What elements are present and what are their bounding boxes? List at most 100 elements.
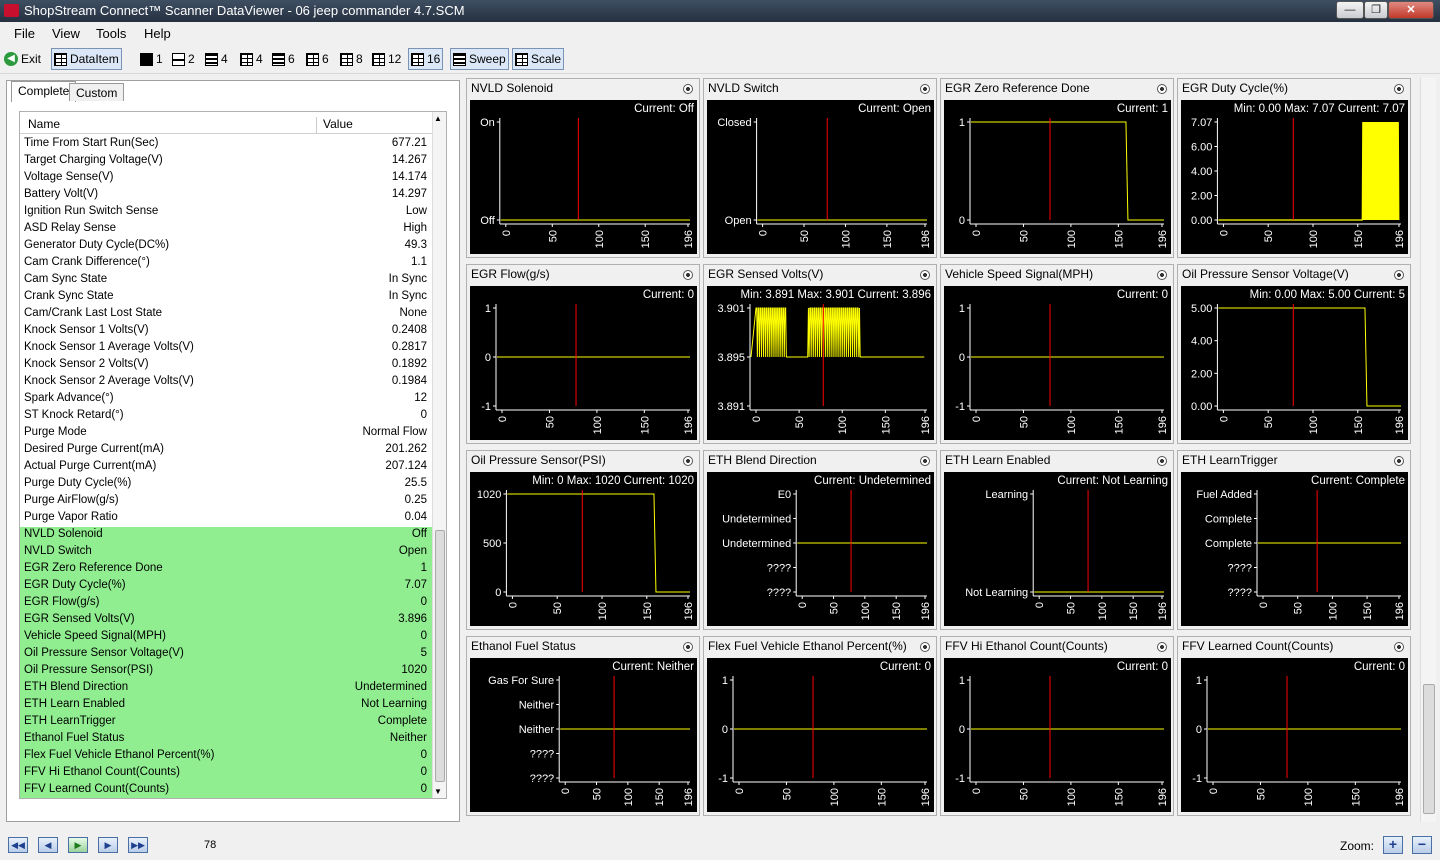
eye-icon[interactable] — [1394, 84, 1404, 94]
scroll-down-icon[interactable]: ▼ — [434, 787, 442, 796]
table-row[interactable]: Spark Advance(°) 12 — [20, 391, 433, 408]
table-row[interactable]: EGR Zero Reference Done 1 — [20, 561, 433, 578]
eye-icon[interactable] — [683, 270, 693, 280]
table-row[interactable]: NVLD Solenoid Off — [20, 527, 433, 544]
layout-4-grid-button[interactable]: 4 — [238, 48, 265, 70]
table-row[interactable]: Target Charging Voltage(V) 14.267 — [20, 153, 433, 170]
eye-icon[interactable] — [920, 84, 930, 94]
table-row[interactable]: Knock Sensor 1 Volts(V) 0.2408 — [20, 323, 433, 340]
sweep-button[interactable]: Sweep — [450, 48, 509, 70]
menu-file[interactable]: File — [14, 26, 35, 41]
graph-panel[interactable]: EGR Sensed Volts(V) Min: 3.891 Max: 3.901… — [703, 264, 937, 444]
table-row[interactable]: Battery Volt(V) 14.297 — [20, 187, 433, 204]
table-row[interactable]: EGR Sensed Volts(V) 3.896 — [20, 612, 433, 629]
dataitem-button[interactable]: DataItem — [51, 48, 122, 70]
tab-custom[interactable]: Custom — [69, 83, 125, 101]
table-row[interactable]: Crank Sync State In Sync — [20, 289, 433, 306]
layout-8-button[interactable]: 8 — [338, 48, 365, 70]
last-frame-icon[interactable]: ▶▶ — [128, 837, 148, 853]
layout-16-button[interactable]: 16 — [408, 48, 444, 70]
graph-panel[interactable]: EGR Flow(g/s) Current: 0 1 0 -1 0 50 100 150 196 — [466, 264, 700, 444]
graph-panel[interactable]: FFV Hi Ethanol Count(Counts) Current: 010… — [940, 636, 1174, 816]
table-row[interactable]: Generator Duty Cycle(DC%) 49.3 — [20, 238, 433, 255]
eye-icon[interactable] — [1394, 270, 1404, 280]
eye-icon[interactable] — [683, 84, 693, 94]
play-icon[interactable]: ▶ — [68, 837, 88, 853]
table-row[interactable]: ST Knock Retard(°) 0 — [20, 408, 433, 425]
scroll-thumb[interactable] — [435, 530, 445, 782]
table-row[interactable]: NVLD Switch Open — [20, 544, 433, 561]
menu-tools[interactable]: Tools — [96, 26, 126, 41]
table-row[interactable]: ETH Blend Direction Undetermined — [20, 680, 433, 697]
graph-scroll-thumb[interactable] — [1423, 684, 1435, 814]
table-row[interactable]: Knock Sensor 1 Average Volts(V) 0.2817 — [20, 340, 433, 357]
graph-panel[interactable]: NVLD Solenoid Current: Off On Off 0 50 100 150 1… — [466, 78, 700, 258]
table-row[interactable]: ASD Relay Sense High — [20, 221, 433, 238]
eye-icon[interactable] — [683, 456, 693, 466]
maximize-button[interactable]: ❐ — [1364, 1, 1388, 19]
table-row[interactable]: Desired Purge Current(mA) 201.262 — [20, 442, 433, 459]
table-row[interactable]: Knock Sensor 2 Average Volts(V) 0.1984 — [20, 374, 433, 391]
table-row[interactable]: Purge Vapor Ratio 0.04 — [20, 510, 433, 527]
layout-12-button[interactable]: 12 — [370, 48, 403, 70]
eye-icon[interactable] — [1394, 642, 1404, 652]
graph-panel[interactable]: Oil Pressure Sensor(PSI) Min: 0 Max: 1020… — [466, 450, 700, 630]
table-row[interactable]: Purge Duty Cycle(%) 25.5 — [20, 476, 433, 493]
eye-icon[interactable] — [920, 270, 930, 280]
graph-panel[interactable]: ETH Blend Direction Current: Undetermined… — [703, 450, 937, 630]
table-row[interactable]: FFV Hi Ethanol Count(Counts) 0 — [20, 765, 433, 782]
graph-panel[interactable]: Oil Pressure Sensor Voltage(V) Min: 0.00 … — [1177, 264, 1411, 444]
table-row[interactable]: EGR Duty Cycle(%) 7.07 — [20, 578, 433, 595]
graph-scrollbar[interactable] — [1420, 78, 1436, 822]
eye-icon[interactable] — [920, 642, 930, 652]
table-row[interactable]: FFV Learned Count(Counts) 0 — [20, 782, 433, 798]
table-row[interactable]: Actual Purge Current(mA) 207.124 — [20, 459, 433, 476]
eye-icon[interactable] — [1157, 642, 1167, 652]
first-frame-icon[interactable]: ◀◀ — [8, 837, 28, 853]
graph-panel[interactable]: EGR Duty Cycle(%) Min: 0.00 Max: 7.07 Cur… — [1177, 78, 1411, 258]
close-button[interactable]: ✕ — [1388, 1, 1434, 19]
table-row[interactable]: Purge AirFlow(g/s) 0.25 — [20, 493, 433, 510]
zoom-in-button[interactable]: + — [1383, 836, 1403, 854]
column-header-value[interactable]: Value — [316, 117, 433, 134]
eye-icon[interactable] — [920, 456, 930, 466]
table-row[interactable]: Vehicle Speed Signal(MPH) 0 — [20, 629, 433, 646]
scale-button[interactable]: Scale — [512, 48, 565, 70]
eye-icon[interactable] — [683, 642, 693, 652]
eye-icon[interactable] — [1157, 456, 1167, 466]
column-header-name[interactable]: Name — [28, 117, 60, 131]
table-row[interactable]: Flex Fuel Vehicle Ethanol Percent(%) 0 — [20, 748, 433, 765]
layout-1-button[interactable]: 1 — [138, 48, 165, 70]
prev-frame-icon[interactable]: ◀ — [38, 837, 58, 853]
next-frame-icon[interactable]: ▶ — [98, 837, 118, 853]
zoom-out-button[interactable]: − — [1412, 836, 1432, 854]
table-row[interactable]: Oil Pressure Sensor(PSI) 1020 — [20, 663, 433, 680]
table-row[interactable]: Time From Start Run(Sec) 677.21 — [20, 136, 433, 153]
table-row[interactable]: Ignition Run Switch Sense Low — [20, 204, 433, 221]
graph-panel[interactable]: NVLD Switch Current: Open Closed Open 0 50 100… — [703, 78, 937, 258]
eye-icon[interactable] — [1394, 456, 1404, 466]
layout-6-rows-button[interactable]: 6 — [270, 48, 297, 70]
table-row[interactable]: ETH LearnTrigger Complete — [20, 714, 433, 731]
table-row[interactable]: Cam/Crank Last Lost State None — [20, 306, 433, 323]
table-row[interactable]: Voltage Sense(V) 14.174 — [20, 170, 433, 187]
table-scrollbar[interactable]: ▲ ▼ — [432, 112, 446, 798]
minimize-button[interactable]: — — [1336, 1, 1364, 19]
layout-6-grid-button[interactable]: 6 — [304, 48, 331, 70]
eye-icon[interactable] — [1157, 84, 1167, 94]
graph-panel[interactable]: FFV Learned Count(Counts) Current: 0 1 0 -1 0… — [1177, 636, 1411, 816]
scroll-up-icon[interactable]: ▲ — [434, 114, 442, 123]
menu-view[interactable]: View — [52, 26, 80, 41]
table-row[interactable]: Cam Sync State In Sync — [20, 272, 433, 289]
graph-panel[interactable]: EGR Zero Reference Done Current: 1 1 0 0 50 10… — [940, 78, 1174, 258]
graph-panel[interactable]: Vehicle Speed Signal(MPH) Current: 0 1 0 -1 0… — [940, 264, 1174, 444]
graph-panel[interactable]: ETH Learn Enabled Current: Not Learning Le… — [940, 450, 1174, 630]
table-row[interactable]: Knock Sensor 2 Volts(V) 0.1892 — [20, 357, 433, 374]
table-row[interactable]: Ethanol Fuel Status Neither — [20, 731, 433, 748]
layout-2-button[interactable]: 2 — [170, 48, 197, 70]
tab-complete[interactable]: Complete — [11, 81, 77, 102]
table-row[interactable]: Purge Mode Normal Flow — [20, 425, 433, 442]
menu-help[interactable]: Help — [144, 26, 171, 41]
graph-panel[interactable]: Ethanol Fuel Status Current: Neither Gas F… — [466, 636, 700, 816]
exit-button[interactable]: ◀ Exit — [2, 48, 43, 70]
